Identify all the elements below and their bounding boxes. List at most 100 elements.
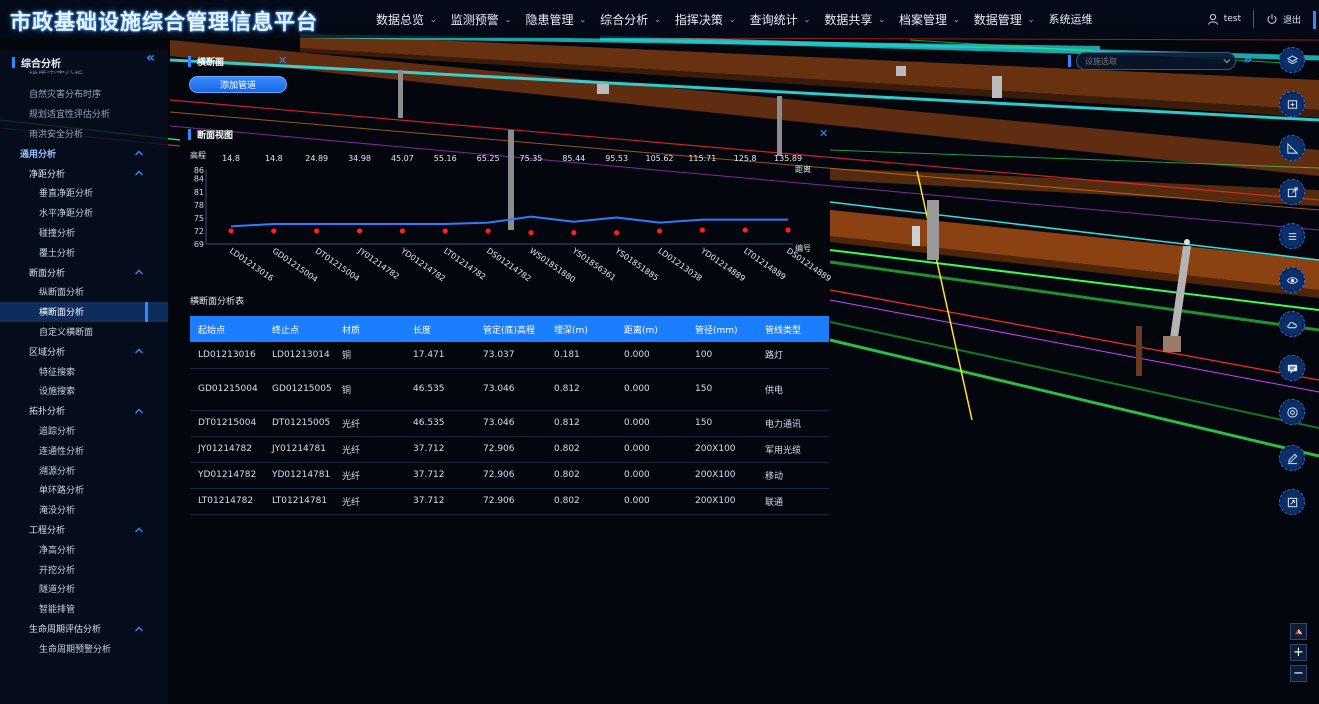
nav-data-overview[interactable]: 数据总览 ⌄ (370, 0, 444, 38)
facility-select-input[interactable] (1076, 52, 1236, 70)
logout-button[interactable]: 退出 (1283, 13, 1301, 26)
sidebar-item[interactable]: 工程分析 (0, 520, 168, 540)
sidebar-item[interactable]: 隧道分析 (0, 579, 168, 599)
sidebar-item[interactable]: 断面分析 (0, 262, 168, 282)
col-length[interactable]: 长度 (405, 316, 475, 342)
sidebar-item[interactable]: 纵断面分析 (0, 282, 168, 302)
pipe-bottom-point[interactable] (442, 228, 448, 234)
pipe-bottom-point[interactable] (399, 228, 405, 234)
table-row[interactable]: YD01214782 YD01214781 光纤 37.712 72.906 0.802 0… (190, 462, 829, 489)
pipe-bottom-point[interactable] (356, 228, 363, 234)
pipe-bottom-point[interactable] (571, 230, 577, 236)
pipe-bottom-point[interactable] (271, 228, 277, 234)
chevron-down-icon[interactable] (1223, 57, 1231, 65)
pipe-bottom-point[interactable] (485, 228, 491, 234)
sidebar-item[interactable]: 生命周期预警分析 (0, 638, 168, 658)
pipe-bottom-point[interactable] (228, 228, 234, 234)
nav-query-statistics[interactable]: 查询统计 ⌄ (743, 0, 818, 38)
collapse-sidebar-icon[interactable]: « (146, 50, 155, 66)
sidebar-item[interactable]: 横断面分析 (0, 301, 168, 322)
nav-system-ops[interactable]: 系统运维 (1041, 0, 1099, 38)
layers-tool-button[interactable] (1279, 47, 1305, 73)
chevron-up-icon[interactable] (134, 624, 144, 634)
pipe-bottom-point[interactable] (699, 227, 705, 233)
table-row[interactable]: LT01214782 LT01214781 光纤 37.712 72.906 0.802 0… (190, 488, 829, 515)
nav-monitoring-alert[interactable]: 监测预警 ⌄ (444, 0, 519, 38)
expand-panel-icon[interactable]: » (1243, 52, 1252, 68)
sidebar-item[interactable]: 雨洪安全分析 (0, 124, 168, 144)
pipe-bottom-point[interactable] (528, 230, 534, 236)
sidebar-item[interactable]: 淹没分析 (0, 500, 168, 520)
chevron-up-icon[interactable] (134, 406, 144, 416)
power-icon[interactable] (1266, 13, 1278, 25)
list-tool-button[interactable] (1279, 223, 1305, 249)
chevron-up-icon[interactable] (134, 148, 144, 158)
table-row[interactable]: JY01214782 JY01214781 光纤 37.712 72.906 0.802 0… (190, 436, 829, 463)
sidebar-item[interactable]: 覆土分析 (0, 242, 168, 262)
message-tool-button[interactable] (1279, 355, 1305, 381)
chevron-up-icon[interactable] (134, 267, 144, 277)
sidebar-item[interactable]: 规划适宜性评估分析 (0, 104, 168, 124)
view-tool-button[interactable] (1279, 267, 1305, 293)
sidebar-item[interactable]: 特征搜索 (0, 361, 168, 381)
col-diameter[interactable]: 管径(mm) (687, 316, 757, 342)
close-icon[interactable]: ✕ (278, 54, 287, 67)
sidebar-item[interactable]: 通用分析 (0, 143, 168, 163)
pipe-bottom-point[interactable] (314, 228, 320, 234)
col-material[interactable]: 材质 (334, 316, 405, 342)
chevron-up-icon[interactable] (134, 346, 144, 356)
col-depth[interactable]: 埋深(m) (546, 316, 616, 342)
sidebar-item[interactable]: 净距分析 (0, 163, 168, 183)
chevron-up-icon[interactable] (134, 525, 144, 535)
fullscreen-tool-button[interactable] (1279, 489, 1305, 515)
weather-tool-button[interactable] (1279, 311, 1305, 337)
nav-command-decision[interactable]: 指挥决策 ⌄ (668, 0, 743, 38)
zoom-out-button[interactable]: − (1290, 665, 1307, 682)
sidebar-item[interactable]: 水平净距分析 (0, 203, 168, 223)
zoom-in-button[interactable]: + (1290, 644, 1307, 661)
pipe-bottom-point[interactable] (614, 230, 620, 236)
col-start-point[interactable]: 起始点 (190, 316, 264, 342)
sidebar-item[interactable]: 净高分析 (0, 539, 168, 559)
sidebar-item[interactable]: 垂直净距分析 (0, 183, 168, 203)
nav-comprehensive-analysis[interactable]: 综合分析 ⌄ (593, 0, 668, 38)
sidebar-item[interactable]: 单环路分析 (0, 480, 168, 500)
sidebar-item-clipped[interactable]: 地质灾害分析 (29, 68, 83, 74)
table-row[interactable]: GD01215004 GD01215005 铜 46.535 73.046 0.812 0.… (190, 368, 829, 411)
col-elevation[interactable]: 管定(底)高程 (475, 316, 546, 342)
chevron-up-icon[interactable] (134, 168, 144, 178)
sidebar-item[interactable]: 拓扑分析 (0, 401, 168, 421)
nav-archive-management[interactable]: 档案管理 ⌄ (892, 0, 967, 38)
sidebar-item[interactable]: 生命周期评估分析 (0, 619, 168, 639)
compass-tool-button[interactable] (1279, 399, 1305, 425)
username[interactable]: test (1224, 14, 1241, 24)
nav-hazard-management[interactable]: 隐患管理 ⌄ (518, 0, 593, 38)
close-icon[interactable]: ✕ (819, 127, 828, 140)
draw-tool-button[interactable] (1279, 445, 1305, 471)
sidebar-item[interactable]: 自定义横断面 (0, 322, 168, 342)
sidebar-item[interactable]: 自然灾害分布时序 (0, 84, 168, 104)
col-end-point[interactable]: 终止点 (264, 316, 334, 342)
table-row[interactable]: DT01215004 DT01215005 光纤 46.535 73.046 0.812 0… (190, 410, 829, 437)
sidebar-item[interactable]: 智能排管 (0, 599, 168, 619)
sidebar-item[interactable]: 设施搜索 (0, 381, 168, 401)
sidebar-item[interactable]: 溯源分析 (0, 460, 168, 480)
col-pipe-type[interactable]: 管线类型 (757, 316, 829, 342)
pipe-bottom-point[interactable] (656, 228, 663, 234)
sidebar-item[interactable]: 碰撞分析 (0, 223, 168, 243)
pipe-bottom-point[interactable] (785, 227, 791, 233)
export-tool-button[interactable] (1279, 179, 1305, 205)
pipe-bottom-point[interactable] (742, 227, 748, 233)
compass-north-button[interactable] (1290, 623, 1307, 640)
sidebar-item[interactable]: 连通性分析 (0, 440, 168, 460)
add-layer-tool-button[interactable] (1279, 91, 1305, 117)
sidebar-item[interactable]: 开挖分析 (0, 559, 168, 579)
add-pipe-button[interactable]: 添加管道 (189, 76, 287, 93)
nav-data-sharing[interactable]: 数据共享 ⌄ (817, 0, 892, 38)
col-distance[interactable]: 距离(m) (616, 316, 687, 342)
nav-data-management[interactable]: 数据管理 ⌄ (967, 0, 1042, 38)
measure-tool-button[interactable] (1279, 135, 1305, 161)
sidebar-item[interactable]: 追踪分析 (0, 421, 168, 441)
table-row[interactable]: LD01213016 LD01213014 铜 17.471 73.037 0.181 0.… (190, 342, 829, 369)
sidebar-item[interactable]: 区域分析 (0, 341, 168, 361)
